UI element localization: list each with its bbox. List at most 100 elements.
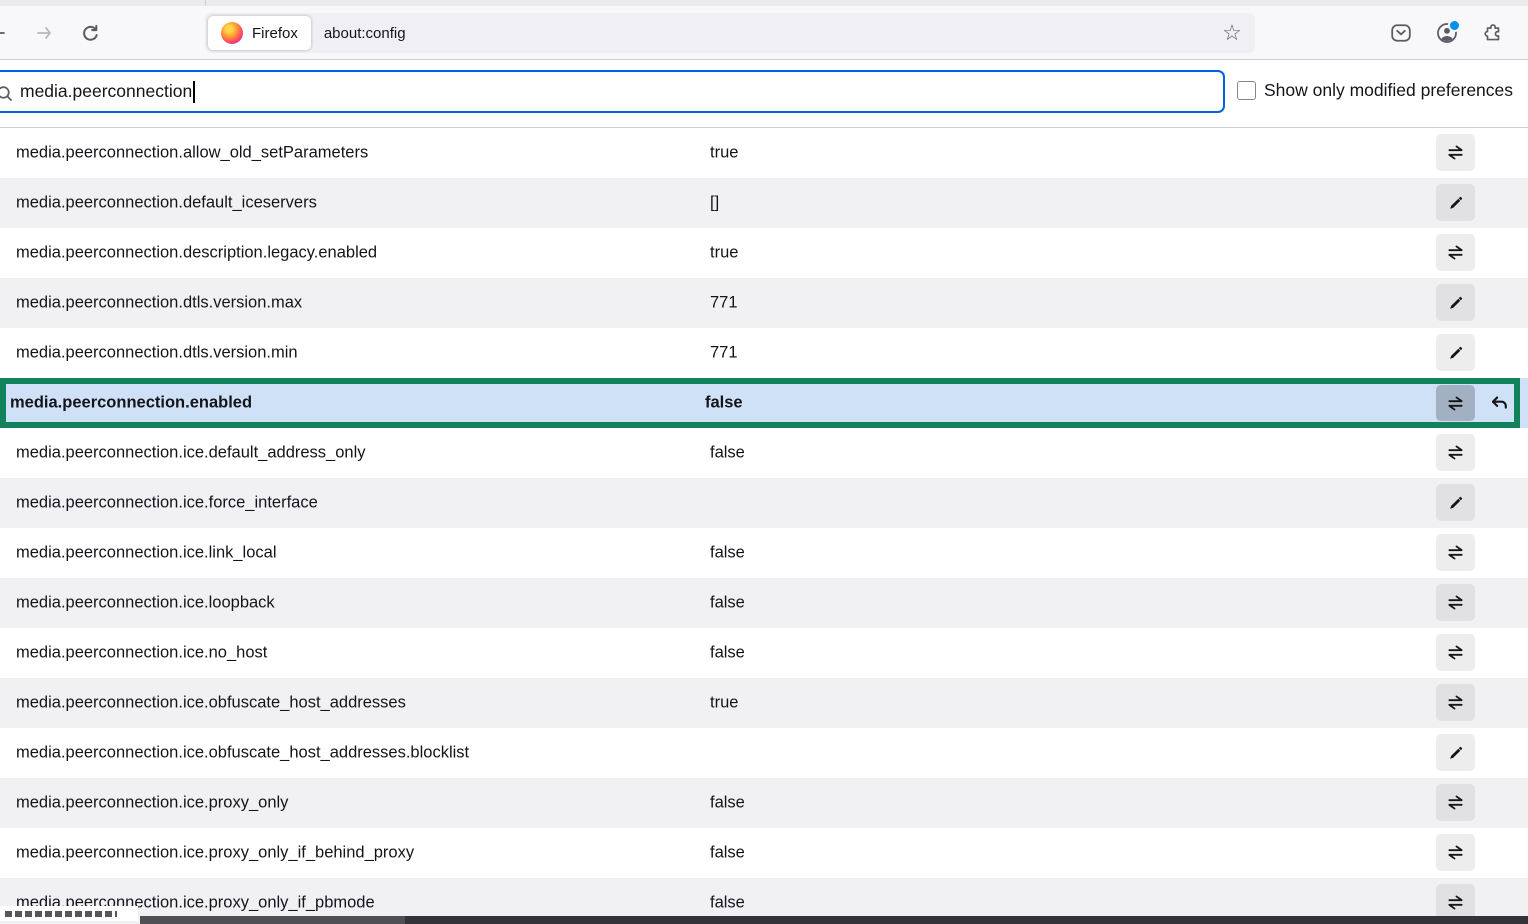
edit-button[interactable]	[1436, 484, 1475, 521]
browser-toolbar: Firefox about:config ☆	[0, 6, 1528, 60]
pref-value: []	[710, 194, 719, 213]
pref-value: true	[710, 144, 738, 163]
pref-row[interactable]: media.peerconnection.ice.no_host false	[0, 628, 1528, 678]
pref-name: media.peerconnection.ice.force_interface	[16, 494, 318, 513]
toggle-button[interactable]	[1436, 134, 1475, 171]
pref-row[interactable]: media.peerconnection.ice.obfuscate_host_…	[0, 678, 1528, 728]
edit-button[interactable]	[1436, 184, 1475, 221]
pref-value: true	[710, 244, 738, 263]
pencil-icon	[1448, 195, 1464, 211]
reload-icon	[81, 24, 100, 43]
menu-button[interactable]	[1519, 16, 1528, 50]
firefox-logo-icon	[221, 22, 243, 44]
text-cursor	[193, 81, 195, 103]
pref-name: media.peerconnection.dtls.version.min	[16, 344, 298, 363]
pref-row[interactable]: media.peerconnection.ice.obfuscate_host_…	[0, 728, 1528, 778]
pref-row[interactable]: media.peerconnection.ice.force_interface	[0, 478, 1528, 528]
edit-button[interactable]	[1436, 334, 1475, 371]
pref-row[interactable]: media.peerconnection.ice.default_address…	[0, 428, 1528, 478]
status-tooltip-text-blur	[5, 911, 117, 917]
pref-name: media.peerconnection.description.legacy.…	[16, 244, 377, 263]
toggle-icon	[1447, 395, 1464, 412]
pref-row[interactable]: media.peerconnection.allow_old_setParame…	[0, 128, 1528, 178]
site-identity-chip[interactable]: Firefox	[208, 16, 311, 50]
notification-dot	[1448, 19, 1461, 32]
toggle-button[interactable]	[1436, 584, 1475, 621]
pref-row[interactable]: media.peerconnection.dtls.version.max 77…	[0, 278, 1528, 328]
pref-name: media.peerconnection.enabled	[10, 394, 252, 413]
pref-value: false	[710, 544, 745, 563]
pref-row[interactable]: media.peerconnection.ice.proxy_only fals…	[0, 778, 1528, 828]
pref-value: 771	[710, 344, 738, 363]
reload-button[interactable]	[72, 16, 108, 50]
pref-name: media.peerconnection.dtls.version.max	[16, 294, 302, 313]
pref-row[interactable]: media.peerconnection.ice.proxy_only_if_b…	[0, 828, 1528, 878]
pref-row[interactable]: media.peerconnection.default_iceservers …	[0, 178, 1528, 228]
edit-button[interactable]	[1436, 734, 1475, 771]
pref-name: media.peerconnection.ice.link_local	[16, 544, 277, 563]
forward-button[interactable]	[26, 16, 62, 50]
pref-row[interactable]: media.peerconnection.dtls.version.min 77…	[0, 328, 1528, 378]
pencil-icon	[1448, 295, 1464, 311]
pref-name: media.peerconnection.ice.obfuscate_host_…	[16, 744, 469, 763]
toggle-button[interactable]	[1436, 634, 1475, 671]
search-icon	[0, 85, 13, 102]
toggle-icon	[1447, 644, 1464, 661]
show-modified-label: Show only modified preferences	[1264, 80, 1513, 101]
undo-icon	[1490, 394, 1509, 413]
url-bar[interactable]: Firefox about:config	[205, 13, 1255, 53]
pref-row[interactable]: media.peerconnection.enabled false	[0, 378, 1528, 428]
pref-name: media.peerconnection.ice.obfuscate_host_…	[16, 694, 406, 713]
toggle-button[interactable]	[1436, 784, 1475, 821]
back-button[interactable]	[0, 16, 16, 50]
pencil-icon	[1448, 345, 1464, 361]
toggle-button[interactable]	[1436, 834, 1475, 871]
pref-value: false	[710, 444, 745, 463]
pref-name: media.peerconnection.ice.proxy_only	[16, 794, 288, 813]
extensions-button[interactable]	[1476, 16, 1510, 50]
toggle-icon	[1447, 544, 1464, 561]
pref-row[interactable]: media.peerconnection.description.legacy.…	[0, 228, 1528, 278]
pref-value: 771	[710, 294, 738, 313]
toggle-button[interactable]	[1436, 434, 1475, 471]
edit-button[interactable]	[1436, 284, 1475, 321]
url-text: about:config	[324, 25, 406, 42]
pref-name: media.peerconnection.ice.proxy_only_if_b…	[16, 844, 414, 863]
toggle-icon	[1447, 844, 1464, 861]
toggle-icon	[1447, 794, 1464, 811]
pref-name: media.peerconnection.default_iceservers	[16, 194, 317, 213]
toggle-button[interactable]	[1436, 234, 1475, 271]
status-tooltip	[0, 906, 138, 921]
toggle-icon	[1447, 894, 1464, 911]
toggle-icon	[1447, 244, 1464, 261]
toggle-icon	[1447, 144, 1464, 161]
site-chip-label: Firefox	[252, 25, 298, 42]
toggle-button[interactable]	[1436, 534, 1475, 571]
pref-value: false	[710, 644, 745, 663]
pocket-icon	[1390, 22, 1412, 44]
pref-name: media.peerconnection.ice.default_address…	[16, 444, 365, 463]
pref-value: false	[705, 394, 743, 413]
reset-button[interactable]	[1481, 385, 1517, 421]
pref-name: media.peerconnection.ice.no_host	[16, 644, 267, 663]
toggle-button[interactable]	[1436, 385, 1475, 421]
toggle-icon	[1447, 694, 1464, 711]
account-button[interactable]	[1430, 16, 1464, 50]
show-modified-checkbox[interactable]	[1237, 81, 1256, 100]
prefs-list: media.peerconnection.allow_old_setParame…	[0, 128, 1528, 924]
bookmark-button[interactable]: ☆	[1215, 16, 1249, 50]
pref-value: false	[710, 844, 745, 863]
toggle-icon	[1447, 594, 1464, 611]
config-search-input[interactable]: media.peerconnection	[0, 70, 1225, 113]
pref-row[interactable]: media.peerconnection.ice.loopback false	[0, 578, 1528, 628]
taskbar-edge	[140, 916, 1528, 924]
pocket-button[interactable]	[1384, 16, 1418, 50]
puzzle-icon	[1482, 22, 1504, 44]
pref-name: media.peerconnection.ice.loopback	[16, 594, 275, 613]
star-icon: ☆	[1222, 20, 1242, 46]
pref-row[interactable]: media.peerconnection.ice.link_local fals…	[0, 528, 1528, 578]
pencil-icon	[1448, 495, 1464, 511]
back-arrow-icon	[0, 24, 7, 42]
toggle-button[interactable]	[1436, 684, 1475, 721]
account-icon	[1436, 22, 1458, 44]
